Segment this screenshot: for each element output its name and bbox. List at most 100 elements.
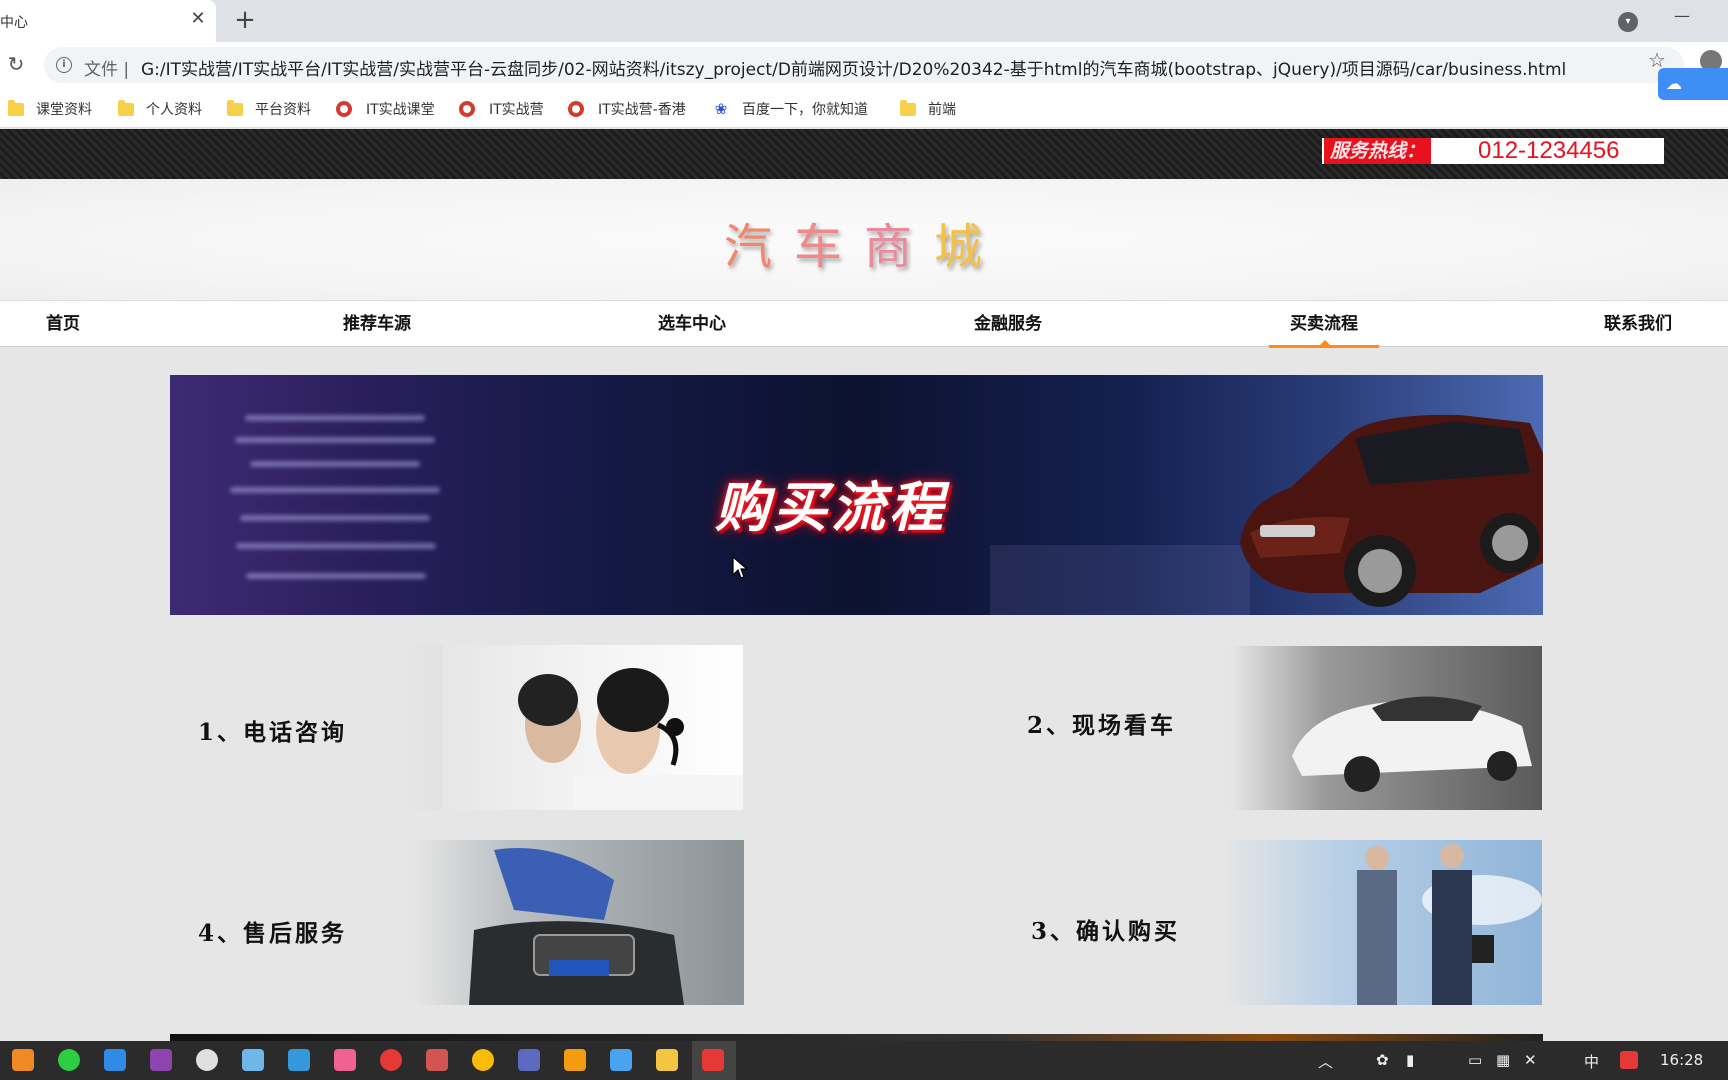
- light-streak: [230, 487, 440, 493]
- close-tab-icon[interactable]: ✕: [188, 9, 208, 29]
- light-streak: [236, 543, 436, 549]
- music-icon[interactable]: [380, 1049, 402, 1071]
- bookmark-item[interactable]: 前端: [900, 98, 956, 120]
- nav-home[interactable]: 首页: [46, 301, 80, 347]
- mouse-cursor-icon: [732, 556, 748, 579]
- ime-indicator[interactable]: 中: [1584, 1051, 1599, 1072]
- bookmark-item[interactable]: 个人资料: [118, 98, 202, 120]
- browser-toolbar: ↻ i 文件 | G:/IT实战营/IT实战平台/IT实战营/实战营平台-云盘同…: [0, 42, 1728, 90]
- bookmark-item[interactable]: IT实战营-香港: [568, 98, 686, 120]
- tray-app-icon[interactable]: ✿: [1376, 1051, 1389, 1069]
- mechanic-photo: [414, 840, 744, 1005]
- suv-image: [1240, 414, 1543, 607]
- nav-contact[interactable]: 联系我们: [1604, 301, 1672, 347]
- bookmarks-bar: 课堂资料 个人资料 平台资料 IT实战课堂 IT实战营 IT实战营-香港 ❀ 百度…: [0, 90, 1728, 128]
- site-top-bar: 服务热线： 012-1234456: [0, 129, 1728, 179]
- bookmark-label: 课堂资料: [36, 102, 92, 118]
- step-label: 3、确认购买: [1031, 918, 1181, 945]
- bookmark-label: IT实战营-香港: [598, 102, 686, 118]
- step-after-sales[interactable]: 4、售后服务: [170, 840, 744, 1005]
- app-icon[interactable]: [518, 1049, 540, 1071]
- photos-icon[interactable]: [288, 1049, 310, 1071]
- ide-icon[interactable]: [150, 1049, 172, 1071]
- cloud-sync-widget[interactable]: ☁: [1658, 68, 1728, 100]
- folder-icon: [8, 99, 24, 116]
- app-icon[interactable]: [104, 1049, 126, 1071]
- browser-tab-strip: 中心 ✕ + ▾ —: [0, 0, 1728, 42]
- file-explorer-icon[interactable]: [656, 1049, 678, 1071]
- step-label: 2、现场看车: [1027, 712, 1177, 739]
- input-method-icon[interactable]: [1620, 1051, 1638, 1069]
- bookmark-item[interactable]: IT实战营: [459, 98, 544, 120]
- baidu-icon: ❀: [714, 100, 728, 118]
- chrome-icon[interactable]: [472, 1049, 494, 1071]
- step-label: 1、电话咨询: [198, 719, 348, 746]
- battery-icon[interactable]: ▭: [1468, 1051, 1482, 1069]
- app-icon[interactable]: [196, 1049, 218, 1071]
- wechat-icon[interactable]: [58, 1049, 80, 1071]
- bookmark-item[interactable]: ❀ 百度一下，你就知道: [712, 98, 868, 120]
- tray-chevron-icon[interactable]: ︿: [1318, 1051, 1333, 1072]
- cloud-app-icon[interactable]: [610, 1049, 632, 1071]
- folder-icon: [118, 99, 134, 116]
- hotline-number: 012-1234456: [1478, 137, 1620, 164]
- main-nav: 首页 推荐车源 选车中心 金融服务 买卖流程 联系我们: [0, 300, 1728, 348]
- bookmark-label: 平台资料: [255, 102, 311, 118]
- microphone-icon[interactable]: ▮: [1406, 1051, 1414, 1069]
- address-bar[interactable]: i 文件 | G:/IT实战营/IT实战平台/IT实战营/实战营平台-云盘同步/…: [44, 47, 1684, 83]
- light-streak: [246, 573, 426, 579]
- clock[interactable]: 16:28: [1660, 1051, 1703, 1069]
- handshake-photo: [1222, 840, 1542, 1005]
- url-text[interactable]: G:/IT实战营/IT实战平台/IT实战营/实战营平台-云盘同步/02-网站资料…: [141, 55, 1566, 80]
- minimize-icon[interactable]: —: [1674, 6, 1694, 26]
- step-phone-consult[interactable]: 1、电话咨询: [170, 645, 743, 810]
- logo-char: 车: [793, 219, 864, 275]
- nav-car-center[interactable]: 选车中心: [658, 301, 726, 347]
- light-streak: [245, 415, 425, 421]
- bookmark-label: 个人资料: [146, 102, 202, 118]
- active-nav-indicator: [1269, 340, 1379, 348]
- bookmark-item[interactable]: 课堂资料: [8, 98, 92, 120]
- step-view-car[interactable]: 2、现场看车: [999, 646, 1542, 810]
- city-lights: [990, 545, 1250, 615]
- nav-recommended[interactable]: 推荐车源: [343, 301, 411, 347]
- volume-muted-icon[interactable]: ✕: [1524, 1051, 1537, 1069]
- light-streak: [250, 461, 420, 467]
- app-icon[interactable]: [426, 1049, 448, 1071]
- app-icon[interactable]: [12, 1049, 34, 1071]
- step-confirm-purchase[interactable]: 3、确认购买: [999, 840, 1542, 1005]
- url-scheme: 文件 |: [84, 60, 130, 80]
- process-banner: 购买流程: [170, 375, 1543, 615]
- site-icon: [459, 101, 475, 117]
- browser-tab[interactable]: 中心 ✕: [0, 0, 216, 42]
- logo-char: 汽: [723, 219, 794, 275]
- app-icon[interactable]: [564, 1049, 586, 1071]
- tab-search-icon[interactable]: ▾: [1618, 12, 1638, 32]
- reload-icon[interactable]: ↻: [4, 52, 28, 76]
- folder-icon: [900, 99, 916, 116]
- bookmark-label: 百度一下，你就知道: [742, 102, 868, 118]
- logo-char: 城: [934, 219, 1005, 275]
- app-icon[interactable]: [242, 1049, 264, 1071]
- banner-title: 购买流程: [715, 476, 947, 539]
- info-icon[interactable]: i: [56, 57, 72, 73]
- site-logo[interactable]: 汽车商城: [0, 207, 1728, 277]
- tab-title: 中心: [0, 15, 28, 31]
- bookmark-item[interactable]: IT实战课堂: [336, 98, 435, 120]
- hotline-box: 服务热线： 012-1234456: [1322, 138, 1664, 164]
- logo-area: 汽车商城: [0, 179, 1728, 300]
- bookmark-item[interactable]: 平台资料: [227, 98, 311, 120]
- nav-finance[interactable]: 金融服务: [974, 301, 1042, 347]
- network-icon[interactable]: ▦: [1496, 1051, 1510, 1069]
- wps-icon[interactable]: [702, 1049, 724, 1071]
- next-section-edge: [170, 1034, 1543, 1041]
- light-streak: [240, 515, 430, 521]
- new-tab-button[interactable]: +: [232, 7, 258, 33]
- bookmark-label: 前端: [928, 102, 956, 118]
- bookmark-label: IT实战课堂: [366, 102, 435, 118]
- app-icon[interactable]: [334, 1049, 356, 1071]
- logo-char: 商: [864, 219, 935, 275]
- bookmark-label: IT实战营: [489, 102, 544, 118]
- windows-taskbar: ︿ ✿ ▮ ▭ ▦ ✕ 中 16:28: [0, 1041, 1728, 1080]
- call-center-photo: [443, 645, 743, 810]
